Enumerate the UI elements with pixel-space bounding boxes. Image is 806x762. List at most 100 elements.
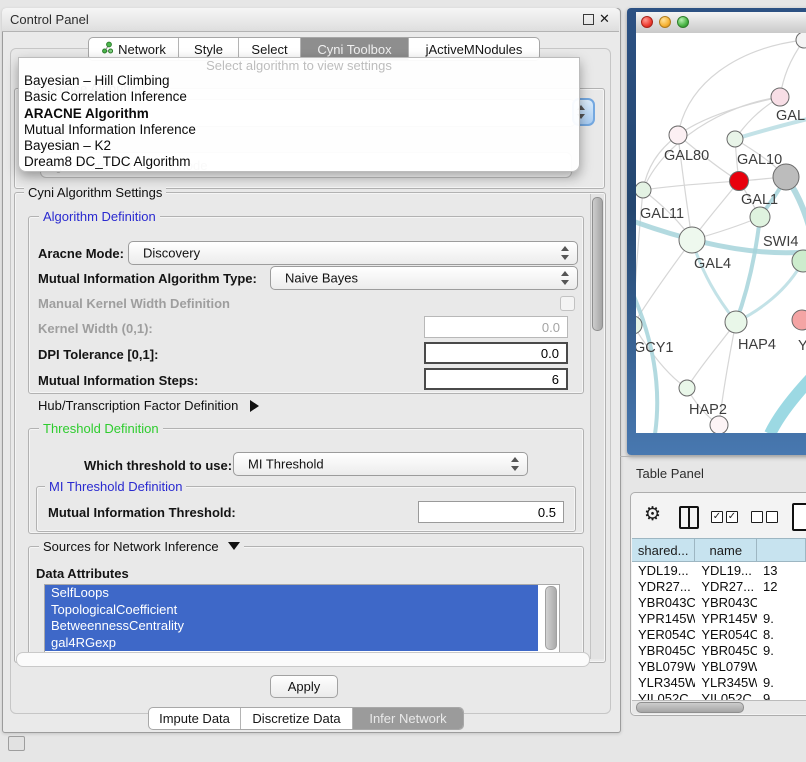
stepper-arrows-icon xyxy=(560,271,570,285)
table-row[interactable]: YPR145WYPR145W9. xyxy=(632,610,806,626)
bottom-tab-impute-data[interactable]: Impute Data xyxy=(149,708,241,729)
table-body: YDL19...YDL19...13YDR27...YDR27...12YBR0… xyxy=(632,562,806,700)
close-icon[interactable]: ✕ xyxy=(599,11,610,27)
document-icon[interactable] xyxy=(792,503,806,531)
mi-threshold-label: Mutual Information Threshold: xyxy=(48,505,236,520)
table-row[interactable]: YDL19...YDL19...13 xyxy=(632,562,806,578)
deselect-all-checkbox-icon[interactable] xyxy=(751,511,763,523)
network-edge[interactable] xyxy=(736,217,760,322)
zoom-traffic-light-icon[interactable] xyxy=(677,16,689,28)
attribute-item[interactable]: SelfLoops xyxy=(45,585,538,602)
deselect-all-checkbox-icon[interactable] xyxy=(766,511,778,523)
table-cell: YDL19... xyxy=(632,563,695,578)
table-cell: YBL079W xyxy=(632,659,695,674)
network-edge[interactable] xyxy=(687,322,736,388)
settings-vertical-scrollbar-thumb[interactable] xyxy=(592,197,603,331)
control-panel-titlebar[interactable] xyxy=(2,8,619,32)
data-attributes-label: Data Attributes xyxy=(36,566,129,581)
network-canvas[interactable]: GALGAL80GAL10GAL1GAL11SWI4GAL4GCY1HAP4YH… xyxy=(636,33,806,433)
aracne-mode-combobox[interactable]: Discovery xyxy=(128,241,578,265)
sources-title[interactable]: Sources for Network Inference xyxy=(39,539,244,554)
network-edge[interactable] xyxy=(636,240,692,325)
panel-divider[interactable] xyxy=(620,456,806,457)
node-gal1[interactable] xyxy=(730,172,749,191)
attribute-item[interactable]: BetweennessCentrality xyxy=(45,618,538,635)
collapsed-panel-icon[interactable] xyxy=(8,736,25,751)
node-gal11[interactable] xyxy=(636,182,651,198)
mi-type-combobox[interactable]: Naive Bayes xyxy=(270,266,578,290)
table-row[interactable]: YBL079WYBL079W xyxy=(632,658,806,674)
tab-label: Infer Network xyxy=(369,711,446,726)
which-threshold-combobox[interactable]: MI Threshold xyxy=(233,452,528,476)
attribute-item[interactable]: TopologicalCoefficient xyxy=(45,602,538,619)
node-gal4[interactable] xyxy=(679,227,705,253)
table-cell: 9. xyxy=(757,643,806,658)
column-header-name[interactable]: name xyxy=(695,539,757,561)
network-edge[interactable] xyxy=(636,325,687,388)
table-cell: YIL052C xyxy=(632,691,695,701)
minimize-traffic-light-icon[interactable] xyxy=(659,16,671,28)
algorithm-item[interactable]: Basic Correlation Inference xyxy=(19,89,579,105)
bottom-tab-infer-network[interactable]: Infer Network xyxy=(353,708,463,729)
network-edge[interactable] xyxy=(643,181,739,190)
mi-threshold-definition-title: MI Threshold Definition xyxy=(45,479,186,494)
network-tab-icon xyxy=(101,41,113,57)
tab-label: Discretize Data xyxy=(252,711,340,726)
column-header-shared...[interactable]: shared... xyxy=(632,539,695,561)
node-salmon[interactable] xyxy=(792,310,806,330)
data-attributes-list[interactable]: SelfLoopsTopologicalCoefficientBetweenne… xyxy=(44,584,560,654)
table-cell: YPR145W xyxy=(632,611,695,626)
node-gal80[interactable] xyxy=(669,126,687,144)
mi-steps-label: Mutual Information Steps: xyxy=(38,373,198,388)
network-edge[interactable] xyxy=(692,240,736,322)
float-window-icon[interactable] xyxy=(583,14,594,25)
apply-button[interactable]: Apply xyxy=(270,675,338,698)
dpi-tolerance-input[interactable]: 0.0 xyxy=(424,342,568,364)
network-edge[interactable] xyxy=(770,373,806,433)
algorithm-item[interactable]: Mutual Information Inference xyxy=(19,122,579,138)
column-layout-icon[interactable] xyxy=(679,506,699,529)
table-cell: 13 xyxy=(757,563,806,578)
select-all-checkbox-icon[interactable]: ✓ xyxy=(711,511,723,523)
table-row[interactable]: YER054CYER054C8. xyxy=(632,626,806,642)
table-row[interactable]: YBR045CYBR045C9. xyxy=(632,642,806,658)
mi-type-label: Mutual Information Algorithm Type: xyxy=(38,271,257,286)
table-row[interactable]: YIL052CYIL052C9. xyxy=(632,690,806,700)
mi-steps-input[interactable]: 6 xyxy=(424,368,568,390)
hub-definition-section[interactable]: Hub/Transcription Factor Definition xyxy=(38,398,259,413)
node-hap2[interactable] xyxy=(679,380,695,396)
algorithm-item[interactable]: Bayesian – Hill Climbing xyxy=(19,73,579,89)
mi-threshold-input[interactable]: 0.5 xyxy=(418,501,564,523)
node-gal-top[interactable] xyxy=(771,88,789,106)
select-all-checkbox-icon[interactable]: ✓ xyxy=(726,511,738,523)
gear-icon[interactable]: ⚙ xyxy=(644,504,661,526)
threshold-definition-title: Threshold Definition xyxy=(39,421,163,436)
node-label: GCY1 xyxy=(636,340,674,356)
settings-horizontal-scrollbar[interactable] xyxy=(16,652,590,667)
algorithm-item[interactable]: Dream8 DC_TDC Algorithm xyxy=(19,154,579,170)
table-row[interactable]: YDR27...YDR27...12 xyxy=(632,578,806,594)
tab-label: jActiveMNodules xyxy=(426,42,523,57)
column-header-extra[interactable] xyxy=(757,539,806,561)
table-horizontal-scrollbar-thumb[interactable] xyxy=(636,702,744,713)
table-row[interactable]: YBR043CYBR043C xyxy=(632,594,806,610)
network-edge[interactable] xyxy=(643,97,780,190)
attribute-item[interactable]: gal4RGexp xyxy=(45,635,538,652)
manual-kernel-checkbox[interactable] xyxy=(560,296,575,311)
node-top-partial[interactable] xyxy=(796,33,806,48)
table-cell: YLR345W xyxy=(632,675,695,690)
bottom-tab-discretize-data[interactable]: Discretize Data xyxy=(241,708,353,729)
kernel-width-input[interactable]: 0.0 xyxy=(424,316,568,338)
close-traffic-light-icon[interactable] xyxy=(641,16,653,28)
table-cell: 9. xyxy=(757,675,806,690)
algorithm-item[interactable]: ARACNE Algorithm xyxy=(19,106,579,122)
algorithm-item[interactable]: Bayesian – K2 xyxy=(19,138,579,154)
node-bottom-partial[interactable] xyxy=(710,416,728,433)
attributes-list-scrollbar-thumb[interactable] xyxy=(545,586,557,650)
table-row[interactable]: YLR345WYLR345W9. xyxy=(632,674,806,690)
bottom-tab-bar: Impute Data Discretize Data Infer Network xyxy=(148,707,464,730)
node-swi4[interactable] xyxy=(750,207,770,227)
node-gal10[interactable] xyxy=(727,131,743,147)
table-cell: YER054C xyxy=(695,627,757,642)
node-hap4[interactable] xyxy=(725,311,747,333)
